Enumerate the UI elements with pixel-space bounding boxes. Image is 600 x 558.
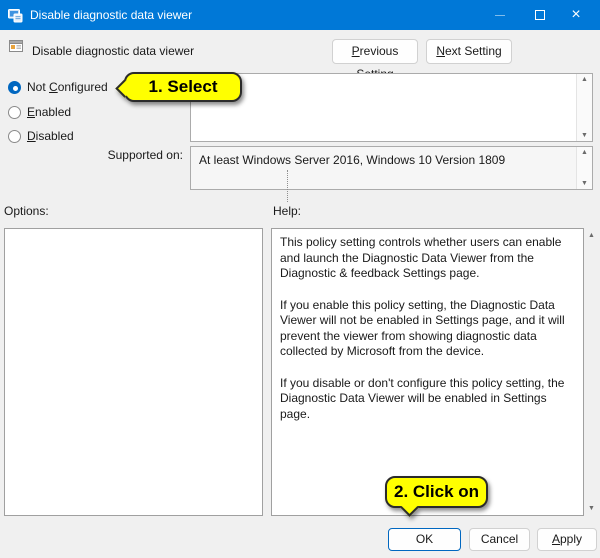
window-title: Disable diagnostic data viewer (30, 8, 193, 22)
close-button[interactable]: × (560, 0, 592, 30)
callout-tail-icon (115, 79, 134, 98)
help-paragraph: This policy setting controls whether use… (280, 235, 562, 280)
scroll-down-icon[interactable]: ▼ (577, 180, 592, 187)
scroll-down-icon[interactable]: ▼ (585, 505, 598, 512)
radio-enabled-label[interactable]: Enabled (27, 105, 71, 119)
supported-on-box: At least Windows Server 2016, Windows 10… (190, 146, 593, 190)
radio-enabled-circle[interactable] (8, 105, 21, 119)
splitter-dots (287, 170, 288, 202)
minimize-icon (495, 14, 505, 16)
comment-scrollbar[interactable]: ▲ ▼ (576, 74, 592, 141)
comment-box[interactable]: ▲ ▼ (190, 73, 593, 142)
titlebar[interactable]: Disable diagnostic data viewer × (0, 0, 600, 30)
radio-disabled-label[interactable]: Disabled (27, 129, 74, 143)
radio-enabled[interactable]: Enabled (8, 105, 71, 119)
maximize-icon (535, 10, 545, 20)
scroll-up-icon[interactable]: ▲ (577, 76, 592, 83)
policy-icon (9, 40, 23, 52)
help-paragraph: If you disable or don't configure this p… (280, 375, 565, 421)
setting-title: Disable diagnostic data viewer (32, 44, 195, 58)
close-icon: × (571, 6, 581, 23)
help-label: Help: (273, 204, 302, 218)
callout-click-on: 2. Click on (385, 476, 488, 517)
scroll-up-icon[interactable]: ▲ (585, 232, 598, 239)
help-paragraph: If you enable this policy setting, the D… (280, 297, 565, 359)
app-icon (8, 9, 23, 23)
radio-disabled[interactable]: Disabled (8, 129, 74, 143)
apply-button[interactable]: Apply (537, 528, 597, 551)
maximize-button[interactable] (524, 0, 556, 30)
radio-not-configured-label[interactable]: Not Configured (27, 80, 108, 94)
scroll-down-icon[interactable]: ▼ (577, 132, 592, 139)
next-setting-button[interactable]: Next Setting (426, 39, 512, 64)
policy-setting-dialog: Disable diagnostic data viewer × Disable… (0, 0, 600, 558)
supported-scrollbar[interactable]: ▲ ▼ (576, 147, 592, 189)
options-label: Options: (4, 204, 49, 218)
cancel-button[interactable]: Cancel (469, 528, 530, 551)
supported-on-label: Supported on: (107, 148, 183, 162)
callout-select: 1. Select (115, 72, 242, 102)
help-panel: This policy setting controls whether use… (271, 228, 584, 516)
previous-setting-button[interactable]: Previous Setting (332, 39, 418, 81)
radio-not-configured-circle[interactable] (8, 80, 21, 94)
help-scrollbar[interactable]: ▲ ▼ (585, 228, 598, 516)
minimize-button[interactable] (484, 0, 516, 30)
ok-button[interactable]: OK (388, 528, 461, 551)
options-panel (4, 228, 263, 516)
radio-disabled-circle[interactable] (8, 129, 21, 143)
radio-not-configured[interactable]: Not Configured (8, 80, 108, 94)
scroll-up-icon[interactable]: ▲ (577, 149, 592, 156)
supported-on-value: At least Windows Server 2016, Windows 10… (199, 153, 506, 167)
